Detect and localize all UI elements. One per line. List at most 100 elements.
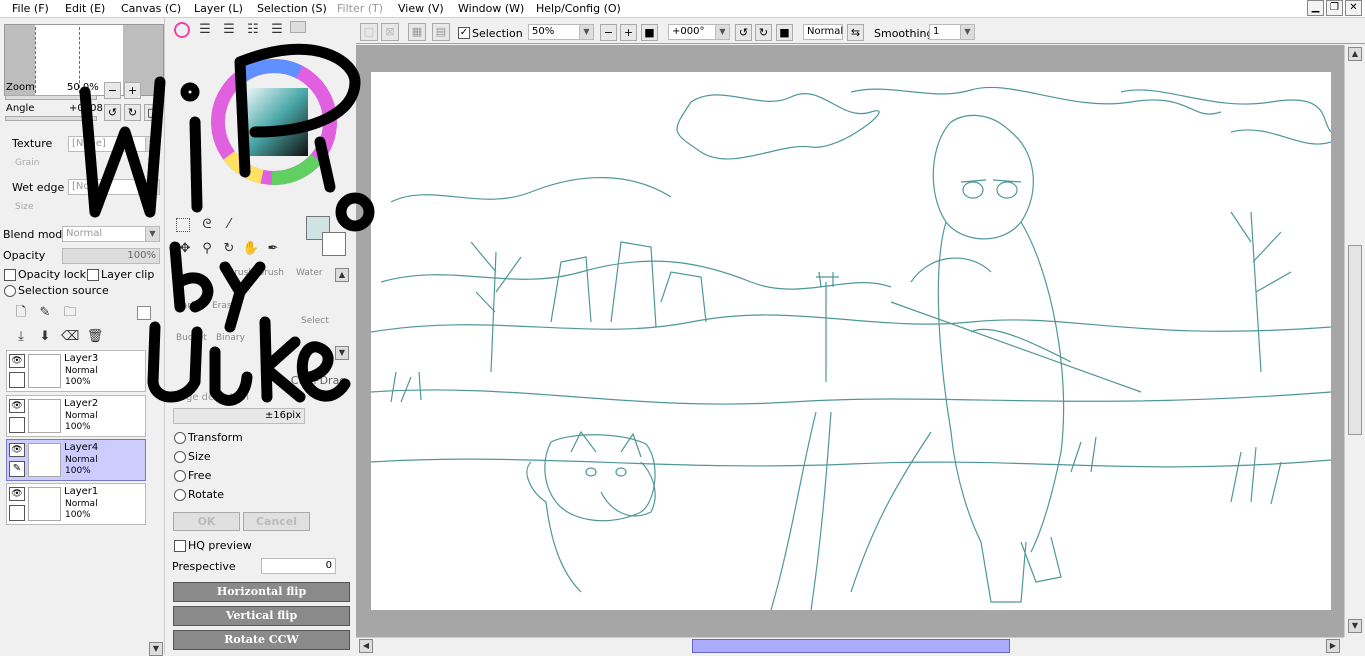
- clear-layer-icon[interactable]: ⌫: [61, 328, 79, 346]
- rotate-ccw-icon[interactable]: ↺: [735, 24, 752, 41]
- hsv-slider-icon[interactable]: ☰: [220, 21, 238, 39]
- tool-scroll-down-icon[interactable]: ▼: [335, 346, 349, 360]
- blend-mode-select[interactable]: Normal ▼: [62, 226, 160, 242]
- canvas-area[interactable]: [356, 45, 1344, 637]
- visibility-eye-icon[interactable]: 👁: [9, 443, 25, 457]
- angle-select[interactable]: +000° ▼: [668, 24, 730, 40]
- rotate-reset-icon[interactable]: ■: [776, 24, 793, 41]
- menu-window[interactable]: Window (W): [458, 2, 524, 15]
- layer-item-layer2[interactable]: 👁 Layer2 Normal 100%: [6, 395, 146, 437]
- move-icon[interactable]: ✥: [176, 240, 194, 258]
- show-selection-icon[interactable]: ▦: [408, 23, 426, 41]
- layer-item-layer4[interactable]: 👁 ✎ Layer4 Normal 100%: [6, 439, 146, 481]
- zoom-select[interactable]: 50% ▼: [528, 24, 594, 40]
- edge-pix-slider[interactable]: ±16pix: [173, 408, 305, 424]
- horizontal-flip-button[interactable]: Horizontal flip: [173, 582, 350, 602]
- scroll-down-icon[interactable]: ▼: [1348, 619, 1362, 633]
- menu-filter[interactable]: Filter (T): [337, 2, 383, 15]
- size-radio[interactable]: [174, 451, 186, 463]
- tool-water-label[interactable]: Water: [296, 268, 323, 278]
- merge-down-icon[interactable]: ⬇: [36, 328, 54, 346]
- prespective-input[interactable]: 0: [261, 558, 336, 574]
- menu-file[interactable]: File (F): [12, 2, 49, 15]
- background-color-swatch[interactable]: [322, 232, 346, 256]
- zoom-out-icon[interactable]: −: [600, 24, 617, 41]
- layer-mask-icon[interactable]: [137, 306, 151, 320]
- tool-binary-label[interactable]: Binary: [216, 333, 245, 343]
- menu-canvas[interactable]: Canvas (C): [121, 2, 181, 15]
- wet-edge-select[interactable]: [None] ▼: [68, 179, 160, 195]
- tool-scroll-up-icon[interactable]: ▲: [335, 268, 349, 282]
- swatches-icon[interactable]: ☷: [244, 21, 262, 39]
- scroll-up-icon[interactable]: ▲: [1348, 47, 1362, 61]
- tool-marker-label[interactable]: Marker: [174, 301, 205, 311]
- tool-brush2-label[interactable]: Brush: [258, 268, 284, 278]
- vertical-scrollbar[interactable]: ▲ ▼: [1344, 45, 1365, 637]
- transform-radio[interactable]: [174, 432, 186, 444]
- transfer-down-icon[interactable]: ⤓: [12, 328, 30, 346]
- lasso-icon[interactable]: ᘓ: [198, 216, 216, 234]
- new-layer-icon[interactable]: 🗋: [12, 304, 30, 322]
- layer-clip-checkbox[interactable]: [87, 269, 99, 281]
- horizontal-scroll-thumb[interactable]: [692, 639, 1010, 653]
- opacity-slider[interactable]: 100%: [62, 248, 160, 264]
- tool-brush-label[interactable]: Brush: [228, 268, 254, 278]
- selection-edges-icon[interactable]: ▤: [432, 23, 450, 41]
- scratchpad-icon[interactable]: ☰: [268, 21, 286, 39]
- pen-edit-icon[interactable]: ✎: [9, 461, 25, 477]
- view-mode-select[interactable]: Normal: [803, 24, 843, 40]
- menu-edit[interactable]: Edit (E): [65, 2, 105, 15]
- color-wheel-icon[interactable]: [174, 22, 190, 38]
- menu-help-config[interactable]: Help/Config (O): [536, 2, 621, 15]
- layer-item-layer1[interactable]: 👁 Layer1 Normal 100%: [6, 483, 146, 525]
- layer-select-box[interactable]: [9, 417, 25, 433]
- zoom-reset-icon[interactable]: ■: [641, 24, 658, 41]
- opacity-lock-checkbox[interactable]: [4, 269, 16, 281]
- zoom-slider[interactable]: [5, 95, 97, 100]
- menu-view[interactable]: View (V): [398, 2, 444, 15]
- rotate-left-icon[interactable]: ↺: [104, 104, 121, 121]
- new-linework-layer-icon[interactable]: ✎: [36, 304, 54, 322]
- vertical-scroll-thumb[interactable]: [1348, 245, 1362, 435]
- rgb-slider-icon[interactable]: ☰: [196, 21, 214, 39]
- color-wheel[interactable]: [210, 44, 338, 194]
- invert-selection-icon[interactable]: ⊠: [381, 23, 399, 41]
- palette-toggle-icon[interactable]: [290, 21, 306, 33]
- deselect-icon[interactable]: □: [360, 23, 378, 41]
- visibility-eye-icon[interactable]: 👁: [9, 354, 25, 368]
- selection-checkbox[interactable]: ✓: [458, 27, 470, 39]
- ok-button[interactable]: OK: [173, 512, 240, 531]
- rotate-tool-icon[interactable]: ↻: [220, 240, 238, 258]
- rotate-ccw-button[interactable]: Rotate CCW: [173, 630, 350, 650]
- scroll-right-icon[interactable]: ▶: [1326, 639, 1340, 653]
- texture-select[interactable]: [None] ▼: [68, 136, 160, 152]
- maximize-button[interactable]: ❐: [1326, 0, 1343, 16]
- delete-layer-icon[interactable]: 🗑: [86, 328, 104, 346]
- drawing-canvas[interactable]: [370, 72, 1332, 611]
- eyedropper-icon[interactable]: ✒: [264, 240, 282, 258]
- visibility-eye-icon[interactable]: 👁: [9, 399, 25, 413]
- menu-selection[interactable]: Selection (S): [257, 2, 327, 15]
- selection-source-radio[interactable]: [4, 285, 16, 297]
- layer-select-box[interactable]: [9, 372, 25, 388]
- tool-select-label[interactable]: Select: [301, 316, 329, 326]
- zoom-in-button[interactable]: +: [124, 82, 141, 99]
- flip-view-icon[interactable]: ⇆: [847, 24, 864, 41]
- tool-bucket-label[interactable]: Bucket: [176, 333, 207, 343]
- new-folder-icon[interactable]: 🗀: [61, 304, 79, 322]
- rotate-radio[interactable]: [174, 489, 186, 501]
- scroll-left-icon[interactable]: ◀: [359, 639, 373, 653]
- horizontal-scrollbar[interactable]: ◀ ▶: [356, 637, 1344, 654]
- cancel-button[interactable]: Cancel: [243, 512, 310, 531]
- smoothing-select[interactable]: 1 ▼: [929, 24, 975, 40]
- magic-wand-icon[interactable]: ⁄: [220, 216, 238, 234]
- reset-rotation-button[interactable]: □: [144, 104, 161, 121]
- rotate-cw-icon[interactable]: ↻: [755, 24, 772, 41]
- hq-preview-checkbox[interactable]: [174, 540, 186, 552]
- hand-icon[interactable]: ✋: [242, 240, 260, 258]
- vertical-flip-button[interactable]: Vertical flip: [173, 606, 350, 626]
- menu-layer[interactable]: Layer (L): [194, 2, 243, 15]
- zoom-icon[interactable]: ⚲: [198, 240, 216, 258]
- minimize-button[interactable]: ▁: [1307, 0, 1324, 16]
- visibility-eye-icon[interactable]: 👁: [9, 487, 25, 501]
